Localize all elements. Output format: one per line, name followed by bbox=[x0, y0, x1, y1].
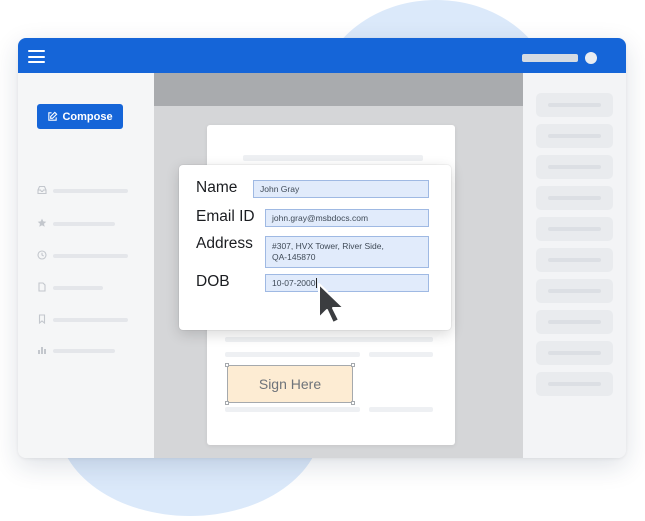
panel-item[interactable] bbox=[536, 124, 613, 148]
compose-label: Compose bbox=[62, 110, 113, 123]
sidebar-item-saved[interactable] bbox=[37, 314, 137, 326]
inbox-icon bbox=[37, 185, 47, 195]
panel-item[interactable] bbox=[536, 93, 613, 117]
panel-item[interactable] bbox=[536, 186, 613, 210]
star-icon bbox=[37, 218, 47, 227]
document-toolbar bbox=[154, 73, 523, 106]
address-input[interactable]: #307, HVX Tower, River Side, QA-145870 bbox=[265, 236, 429, 268]
email-input[interactable]: john.gray@msbdocs.com bbox=[265, 209, 429, 227]
sidebar-item-reports[interactable] bbox=[37, 345, 137, 357]
form-fields-card: Name John Gray Email ID john.gray@msbdoc… bbox=[179, 165, 451, 330]
document-text-line bbox=[369, 352, 433, 357]
sidebar: Compose bbox=[18, 73, 154, 458]
dob-value: 10-07-2000 bbox=[272, 278, 316, 288]
resize-handle[interactable] bbox=[225, 401, 229, 405]
sidebar-item-documents[interactable] bbox=[37, 282, 137, 294]
sign-here-field[interactable]: Sign Here bbox=[225, 363, 355, 405]
bar-chart-icon bbox=[38, 347, 46, 354]
document-text-line bbox=[369, 407, 433, 412]
sign-here-label: Sign Here bbox=[258, 376, 322, 392]
avatar[interactable] bbox=[585, 52, 597, 64]
document-text-line bbox=[243, 155, 423, 161]
panel-item[interactable] bbox=[536, 341, 613, 365]
document-text-line bbox=[225, 407, 360, 412]
account-name-placeholder[interactable] bbox=[522, 54, 578, 62]
document-text-line bbox=[225, 352, 360, 357]
sidebar-item-inbox[interactable] bbox=[37, 185, 137, 197]
resize-handle[interactable] bbox=[351, 363, 355, 367]
bookmark-icon bbox=[38, 314, 46, 324]
right-panel bbox=[523, 73, 626, 458]
panel-item[interactable] bbox=[536, 155, 613, 179]
panel-item[interactable] bbox=[536, 310, 613, 334]
clock-icon bbox=[37, 250, 47, 260]
document-text-line bbox=[225, 337, 433, 342]
name-input[interactable]: John Gray bbox=[253, 180, 429, 198]
address-label: Address bbox=[196, 235, 253, 252]
panel-item[interactable] bbox=[536, 279, 613, 303]
mouse-pointer-icon bbox=[318, 283, 345, 324]
dob-label: DOB bbox=[196, 273, 230, 290]
email-label: Email ID bbox=[196, 208, 255, 225]
panel-item[interactable] bbox=[536, 248, 613, 272]
hamburger-menu-icon[interactable] bbox=[28, 50, 45, 63]
sidebar-item-recent[interactable] bbox=[37, 250, 137, 262]
name-label: Name bbox=[196, 179, 238, 196]
top-bar bbox=[18, 38, 626, 73]
resize-handle[interactable] bbox=[225, 363, 229, 367]
panel-item[interactable] bbox=[536, 217, 613, 241]
compose-button[interactable]: Compose bbox=[37, 104, 123, 129]
file-icon bbox=[38, 282, 46, 292]
resize-handle[interactable] bbox=[351, 401, 355, 405]
edit-icon bbox=[48, 111, 58, 121]
sidebar-item-starred[interactable] bbox=[37, 218, 137, 230]
panel-item[interactable] bbox=[536, 372, 613, 396]
